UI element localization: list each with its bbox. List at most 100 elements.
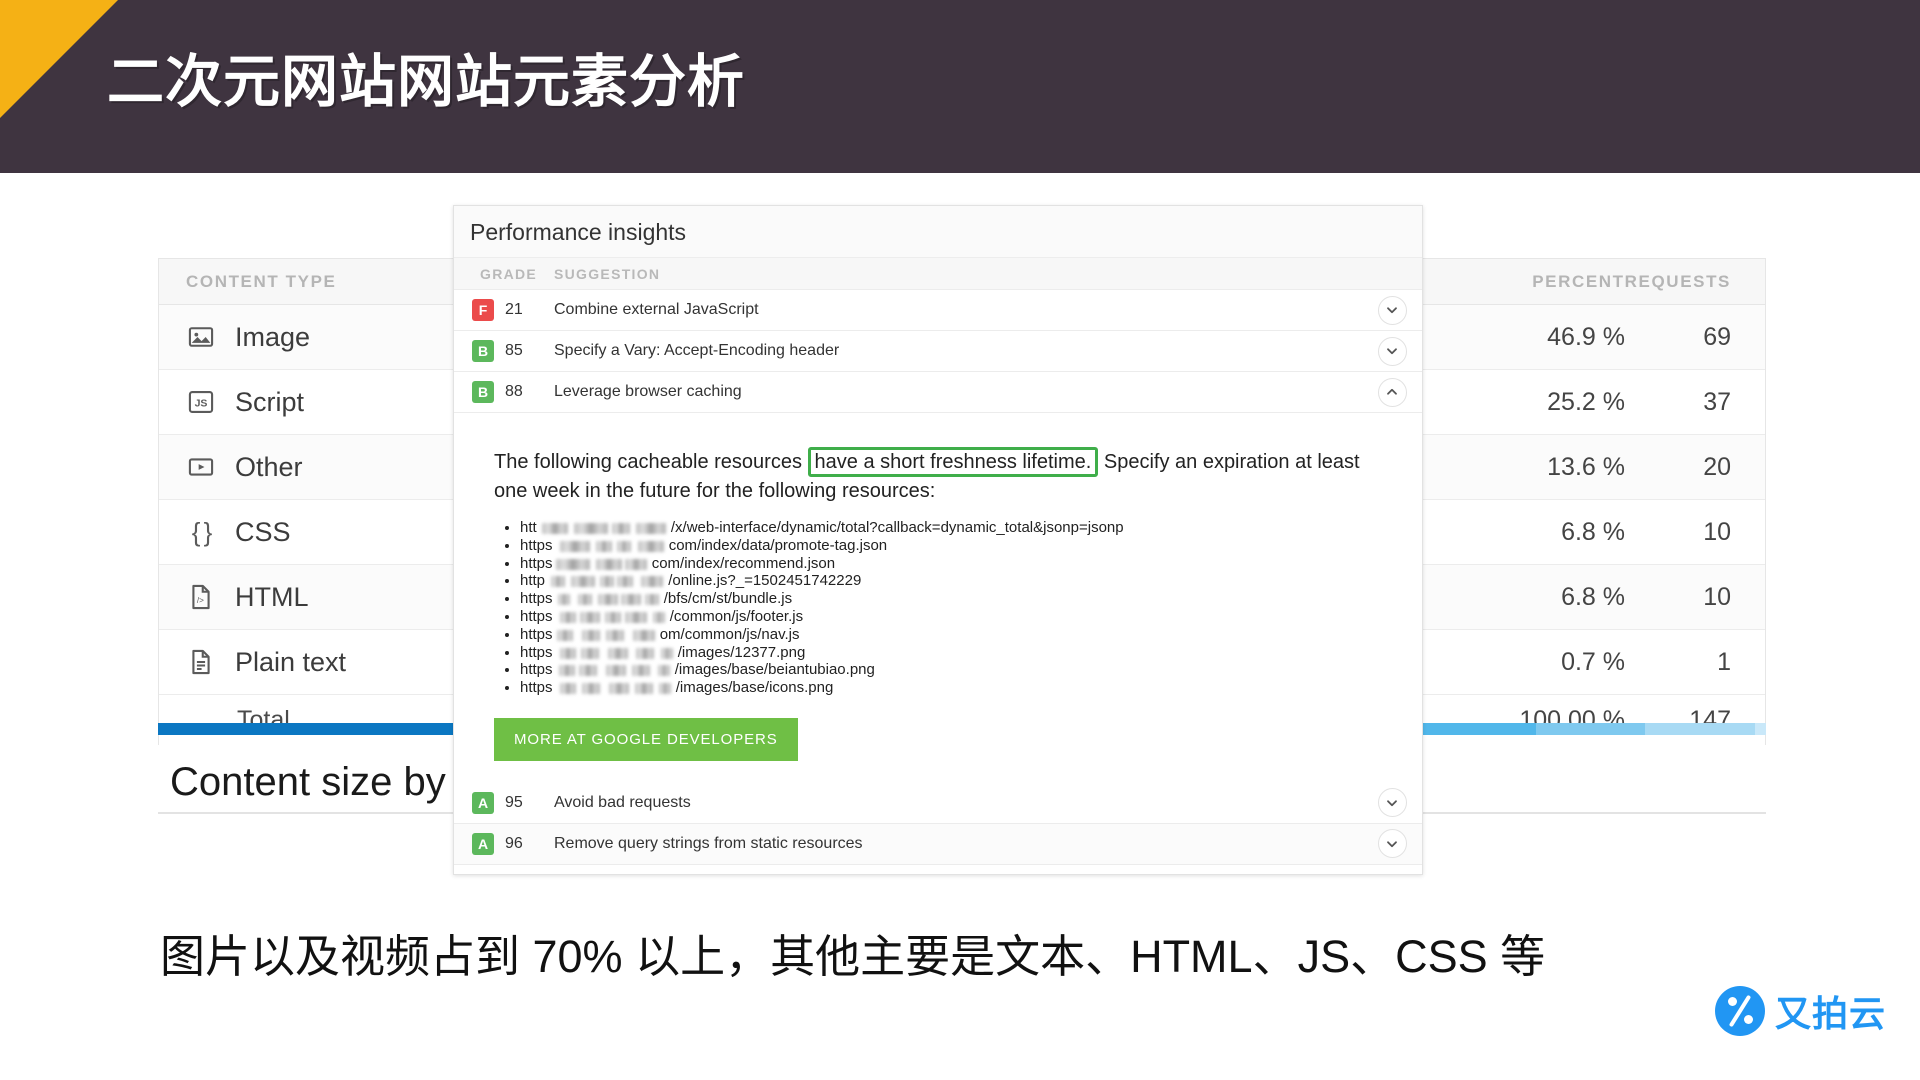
svg-text:/>: /> bbox=[197, 596, 204, 605]
grade-cell: A 96 bbox=[454, 833, 554, 855]
percent-cell: 0.7 % bbox=[1435, 648, 1625, 677]
list-item: https /images/12377.png bbox=[520, 645, 1422, 662]
slide-header: 二次元网站网站元素分析 bbox=[0, 0, 1920, 173]
expand-toggle[interactable] bbox=[1362, 337, 1422, 366]
resource-path: /common/js/footer.js bbox=[666, 608, 804, 625]
insight-row[interactable]: F 21 Combine external JavaScript bbox=[454, 290, 1422, 331]
grade-score: 88 bbox=[505, 383, 523, 401]
brand-logo-text: 又拍云 bbox=[1775, 985, 1886, 1037]
requests-cell: 69 bbox=[1625, 323, 1765, 352]
grade-badge: B bbox=[472, 381, 494, 403]
redacted-domain-mask bbox=[560, 683, 576, 694]
insights-rows-bottom: A 95 Avoid bad requests A 96 Remove query str… bbox=[454, 783, 1422, 865]
chevron-up-icon[interactable] bbox=[1378, 378, 1407, 407]
chevron-down-icon[interactable] bbox=[1378, 337, 1407, 366]
list-item: https /bfs/cm/st/bundle.js bbox=[520, 591, 1422, 608]
redacted-domain-mask bbox=[633, 630, 655, 641]
content-type-label: Script bbox=[235, 387, 304, 418]
column-header-suggestion: SUGGESTION bbox=[554, 266, 1362, 282]
redacted-domain-mask bbox=[617, 576, 633, 587]
redacted-domain-mask bbox=[638, 541, 664, 552]
redacted-domain-mask bbox=[596, 559, 622, 570]
redacted-domain-mask bbox=[542, 523, 568, 534]
redacted-domain-mask bbox=[632, 665, 650, 676]
insight-row[interactable]: B 88 Leverage browser caching bbox=[454, 372, 1422, 413]
redacted-domain-mask bbox=[578, 594, 592, 605]
javascript-icon: JS bbox=[186, 387, 216, 417]
column-header-percent: PERCENT bbox=[1435, 272, 1625, 292]
grade-cell: B 85 bbox=[454, 340, 554, 362]
redacted-domain-mask bbox=[645, 594, 659, 605]
redacted-domain-mask bbox=[600, 576, 614, 587]
redacted-domain-mask bbox=[635, 683, 653, 694]
expand-toggle[interactable] bbox=[1362, 788, 1422, 817]
percent-cell: 6.8 % bbox=[1435, 583, 1625, 612]
resource-path: om/common/js/nav.js bbox=[656, 626, 800, 643]
insights-panel-title: Performance insights bbox=[454, 206, 1422, 258]
expand-toggle[interactable] bbox=[1362, 829, 1422, 858]
resource-path: /images/base/beiantubiao.png bbox=[671, 661, 875, 678]
cacheable-resource-list: htt /x/web-interface/dynamic/total?callb… bbox=[494, 520, 1422, 697]
grade-cell: A 95 bbox=[454, 792, 554, 814]
insight-row[interactable]: A 95 Avoid bad requests bbox=[454, 783, 1422, 824]
suggestion-label: Remove query strings from static resourc… bbox=[554, 835, 1362, 853]
percent-cell: 13.6 % bbox=[1435, 453, 1625, 482]
requests-cell: 1 bbox=[1625, 648, 1765, 677]
suggestion-label: Leverage browser caching bbox=[554, 383, 1362, 401]
redacted-domain-mask bbox=[582, 630, 600, 641]
content-type-label: Image bbox=[235, 322, 310, 353]
resource-path: /online.js?_=1502451742229 bbox=[664, 572, 861, 589]
grade-score: 95 bbox=[505, 794, 523, 812]
chevron-down-icon[interactable] bbox=[1378, 829, 1407, 858]
resource-path: /images/base/icons.png bbox=[672, 679, 834, 696]
list-item: https com/index/data/promote-tag.json bbox=[520, 538, 1422, 555]
expand-toggle[interactable] bbox=[1362, 378, 1422, 407]
resource-prefix: https bbox=[520, 590, 553, 607]
redacted-domain-mask bbox=[636, 648, 654, 659]
redacted-domain-mask bbox=[625, 559, 647, 570]
redacted-domain-mask bbox=[557, 630, 573, 641]
resource-path: com/index/data/promote-tag.json bbox=[665, 537, 888, 554]
redacted-domain-mask bbox=[612, 523, 630, 534]
resource-prefix: htt bbox=[520, 519, 537, 536]
grade-badge: A bbox=[472, 792, 494, 814]
grade-cell: F 21 bbox=[454, 299, 554, 321]
list-item: https /images/base/icons.png bbox=[520, 680, 1422, 697]
page-title: 二次元网站网站元素分析 bbox=[107, 36, 745, 118]
redacted-domain-mask bbox=[606, 665, 626, 676]
highlighted-phrase: have a short freshness lifetime. bbox=[808, 447, 1099, 477]
redacted-domain-mask bbox=[596, 541, 612, 552]
redacted-domain-mask bbox=[580, 612, 600, 623]
redacted-domain-mask bbox=[609, 683, 629, 694]
chevron-down-icon[interactable] bbox=[1378, 788, 1407, 817]
detail-text-before: The following cacheable resources bbox=[494, 451, 802, 473]
insight-expanded-detail: The following cacheable resources have a… bbox=[454, 413, 1422, 783]
more-at-google-developers-button[interactable]: MORE AT GOOGLE DEVELOPERS bbox=[494, 718, 798, 761]
redacted-domain-mask bbox=[558, 594, 570, 605]
performance-insights-panel: Performance insights GRADE SUGGESTION F2… bbox=[453, 205, 1423, 875]
redacted-domain-mask bbox=[659, 683, 671, 694]
list-item: https /common/js/footer.js bbox=[520, 609, 1422, 626]
resource-prefix: https bbox=[520, 661, 553, 678]
text-file-icon bbox=[186, 647, 216, 677]
expand-toggle[interactable] bbox=[1362, 296, 1422, 325]
content-type-label: HTML bbox=[235, 582, 309, 613]
grade-score: 96 bbox=[505, 835, 523, 853]
brand-logo: 又拍云 bbox=[1715, 985, 1886, 1037]
redacted-domain-mask bbox=[661, 648, 673, 659]
resource-path: /bfs/cm/st/bundle.js bbox=[660, 590, 793, 607]
column-header-requests: REQUESTS bbox=[1625, 272, 1765, 292]
braces-icon: { } bbox=[186, 517, 216, 547]
list-item: https /images/base/beiantubiao.png bbox=[520, 662, 1422, 679]
grade-cell: B 88 bbox=[454, 381, 554, 403]
requests-cell: 10 bbox=[1625, 583, 1765, 612]
chevron-down-icon[interactable] bbox=[1378, 296, 1407, 325]
redacted-domain-mask bbox=[621, 594, 641, 605]
suggestion-label: Combine external JavaScript bbox=[554, 301, 1362, 319]
detail-paragraph: The following cacheable resources have a… bbox=[494, 447, 1394, 506]
resource-path: /images/12377.png bbox=[674, 644, 806, 661]
insights-column-headers: GRADE SUGGESTION bbox=[454, 258, 1422, 290]
insight-row[interactable]: A 96 Remove query strings from static reso… bbox=[454, 824, 1422, 865]
insight-row[interactable]: B 85 Specify a Vary: Accept-Encoding heade… bbox=[454, 331, 1422, 372]
redacted-domain-mask bbox=[598, 594, 618, 605]
